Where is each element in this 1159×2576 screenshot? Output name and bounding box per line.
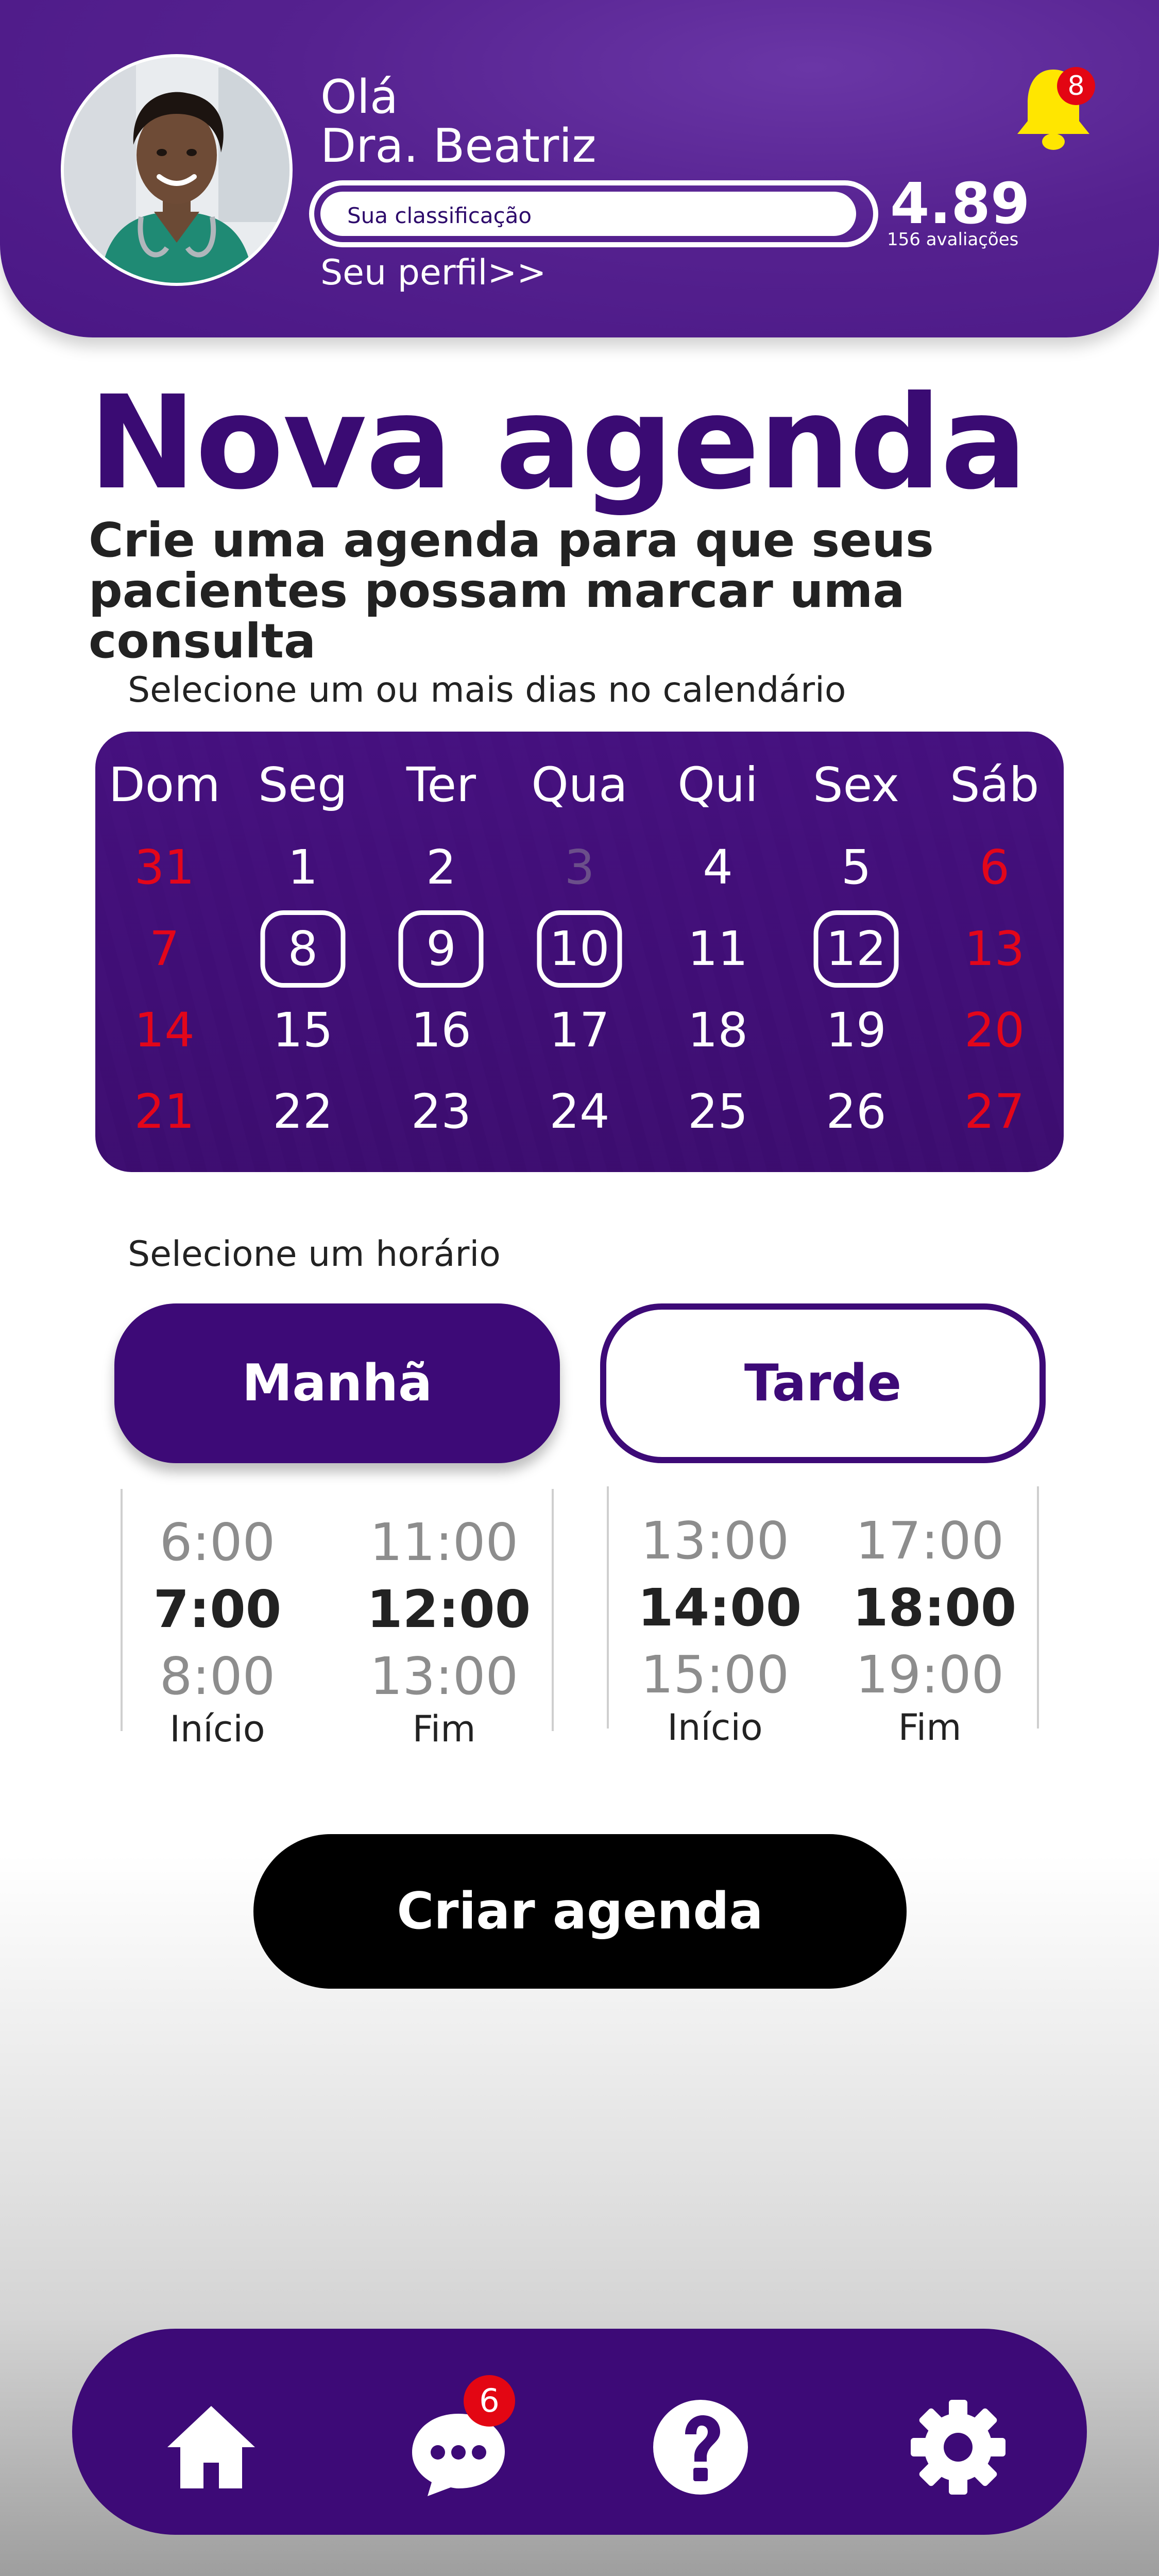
afternoon-end-picker[interactable]: 17:00 18:00 19:00 Fim — [853, 1511, 1016, 1749]
calendar-week: 7 8 9 10 11 12 13 — [95, 921, 1064, 976]
calendar-day[interactable]: 14 — [95, 1003, 234, 1058]
calendar-day[interactable]: 5 — [787, 840, 926, 895]
notification-badge: 8 — [1057, 67, 1095, 105]
divider — [1037, 1486, 1039, 1728]
calendar-week: 31 1 2 3 4 5 6 — [95, 840, 1064, 895]
divider — [607, 1486, 609, 1728]
calendar-day-selected[interactable]: 9 — [372, 921, 510, 976]
weekday: Sex — [813, 757, 899, 812]
nav-home[interactable] — [160, 2396, 263, 2499]
time-option[interactable]: 15:00 — [638, 1645, 792, 1706]
rating-count: 156 avaliações — [887, 229, 1019, 250]
start-caption: Início — [667, 1706, 763, 1749]
weekday: Qui — [677, 757, 758, 812]
calendar-week: 14 15 16 17 18 19 20 — [95, 1003, 1064, 1058]
morning-start-picker[interactable]: 6:00 7:00 8:00 Início — [140, 1512, 295, 1750]
calendar: Dom Seg Ter Qua Qui Sex Sáb 31 1 2 3 4 5… — [95, 732, 1064, 1172]
help-icon — [653, 2400, 748, 2495]
bottom-nav — [72, 2329, 1087, 2535]
time-option[interactable]: 13:00 — [367, 1646, 521, 1708]
home-icon — [167, 2406, 255, 2488]
nav-help[interactable] — [649, 2396, 752, 2499]
start-caption: Início — [169, 1708, 265, 1750]
time-option[interactable]: 17:00 — [853, 1511, 1007, 1578]
weekday: Dom — [108, 757, 220, 812]
afternoon-start-picker[interactable]: 13:00 14:00 15:00 Início — [638, 1511, 802, 1749]
morning-button[interactable]: Manhã — [114, 1303, 560, 1463]
time-option[interactable]: 8:00 — [140, 1646, 295, 1708]
time-option[interactable]: 13:00 — [638, 1511, 792, 1578]
rating-label: Sua classificação — [347, 203, 532, 228]
chat-badge: 6 — [464, 2375, 515, 2427]
calendar-label: Selecione um ou mais dias no calendário — [128, 670, 846, 710]
end-caption: Fim — [898, 1706, 962, 1749]
page-title: Nova agenda — [89, 368, 1028, 518]
calendar-day[interactable]: 6 — [925, 840, 1064, 895]
rating-bar: Sua classificação — [309, 180, 878, 247]
calendar-week: 21 22 23 24 25 26 27 — [95, 1084, 1064, 1139]
calendar-day[interactable]: 22 — [234, 1084, 372, 1139]
calendar-day[interactable]: 11 — [649, 921, 787, 976]
afternoon-button[interactable]: Tarde — [600, 1303, 1046, 1463]
weekday: Qua — [531, 757, 628, 812]
nav-settings[interactable] — [907, 2396, 1010, 2499]
morning-end-picker[interactable]: 11:00 12:00 13:00 Fim — [367, 1512, 531, 1750]
calendar-day-selected[interactable]: 10 — [510, 921, 649, 976]
settings-icon — [911, 2400, 1005, 2495]
time-option[interactable]: 11:00 — [367, 1512, 521, 1579]
calendar-day[interactable]: 25 — [649, 1084, 787, 1139]
calendar-day[interactable]: 21 — [95, 1084, 234, 1139]
schedule-label: Selecione um horário — [128, 1234, 501, 1275]
calendar-day[interactable]: 16 — [372, 1003, 510, 1058]
time-option-selected[interactable]: 18:00 — [853, 1578, 1016, 1645]
calendar-weekdays: Dom Seg Ter Qua Qui Sex Sáb — [95, 757, 1064, 812]
end-caption: Fim — [412, 1708, 476, 1750]
calendar-day[interactable]: 27 — [925, 1084, 1064, 1139]
weekday: Sáb — [950, 757, 1039, 812]
calendar-day[interactable]: 2 — [372, 840, 510, 895]
weekday: Ter — [406, 757, 476, 812]
divider — [121, 1489, 123, 1731]
calendar-day[interactable]: 24 — [510, 1084, 649, 1139]
calendar-day[interactable]: 31 — [95, 840, 234, 895]
time-option-selected[interactable]: 7:00 — [140, 1579, 295, 1646]
time-option[interactable]: 6:00 — [140, 1512, 295, 1579]
calendar-day-selected[interactable]: 8 — [234, 921, 372, 976]
doctor-name: Dra. Beatriz — [320, 119, 596, 173]
profile-link[interactable]: Seu perfil>> — [320, 252, 546, 293]
calendar-day[interactable]: 19 — [787, 1003, 926, 1058]
calendar-day[interactable]: 20 — [925, 1003, 1064, 1058]
calendar-day[interactable]: 1 — [234, 840, 372, 895]
weekday: Seg — [258, 757, 348, 812]
calendar-day[interactable]: 7 — [95, 921, 234, 976]
calendar-day[interactable]: 15 — [234, 1003, 372, 1058]
calendar-day[interactable]: 26 — [787, 1084, 926, 1139]
time-option-selected[interactable]: 12:00 — [367, 1579, 531, 1646]
rating-fill: Sua classificação — [320, 192, 856, 236]
avatar[interactable] — [61, 54, 293, 286]
calendar-day[interactable]: 17 — [510, 1003, 649, 1058]
calendar-day[interactable]: 18 — [649, 1003, 787, 1058]
calendar-day[interactable]: 23 — [372, 1084, 510, 1139]
calendar-day[interactable]: 13 — [925, 921, 1064, 976]
calendar-day[interactable]: 4 — [649, 840, 787, 895]
rating-score: 4.89 — [890, 171, 1030, 236]
calendar-day-disabled: 3 — [564, 840, 595, 895]
time-option-selected[interactable]: 14:00 — [638, 1578, 802, 1645]
greeting: Olá — [320, 70, 398, 124]
create-schedule-button[interactable]: Criar agenda — [253, 1834, 907, 1989]
time-option[interactable]: 19:00 — [853, 1645, 1007, 1706]
doctor-photo — [64, 57, 289, 283]
divider — [552, 1489, 554, 1731]
page-subtitle: Crie uma agenda para que seus pacientes … — [89, 513, 934, 669]
calendar-day-selected[interactable]: 12 — [787, 921, 926, 976]
